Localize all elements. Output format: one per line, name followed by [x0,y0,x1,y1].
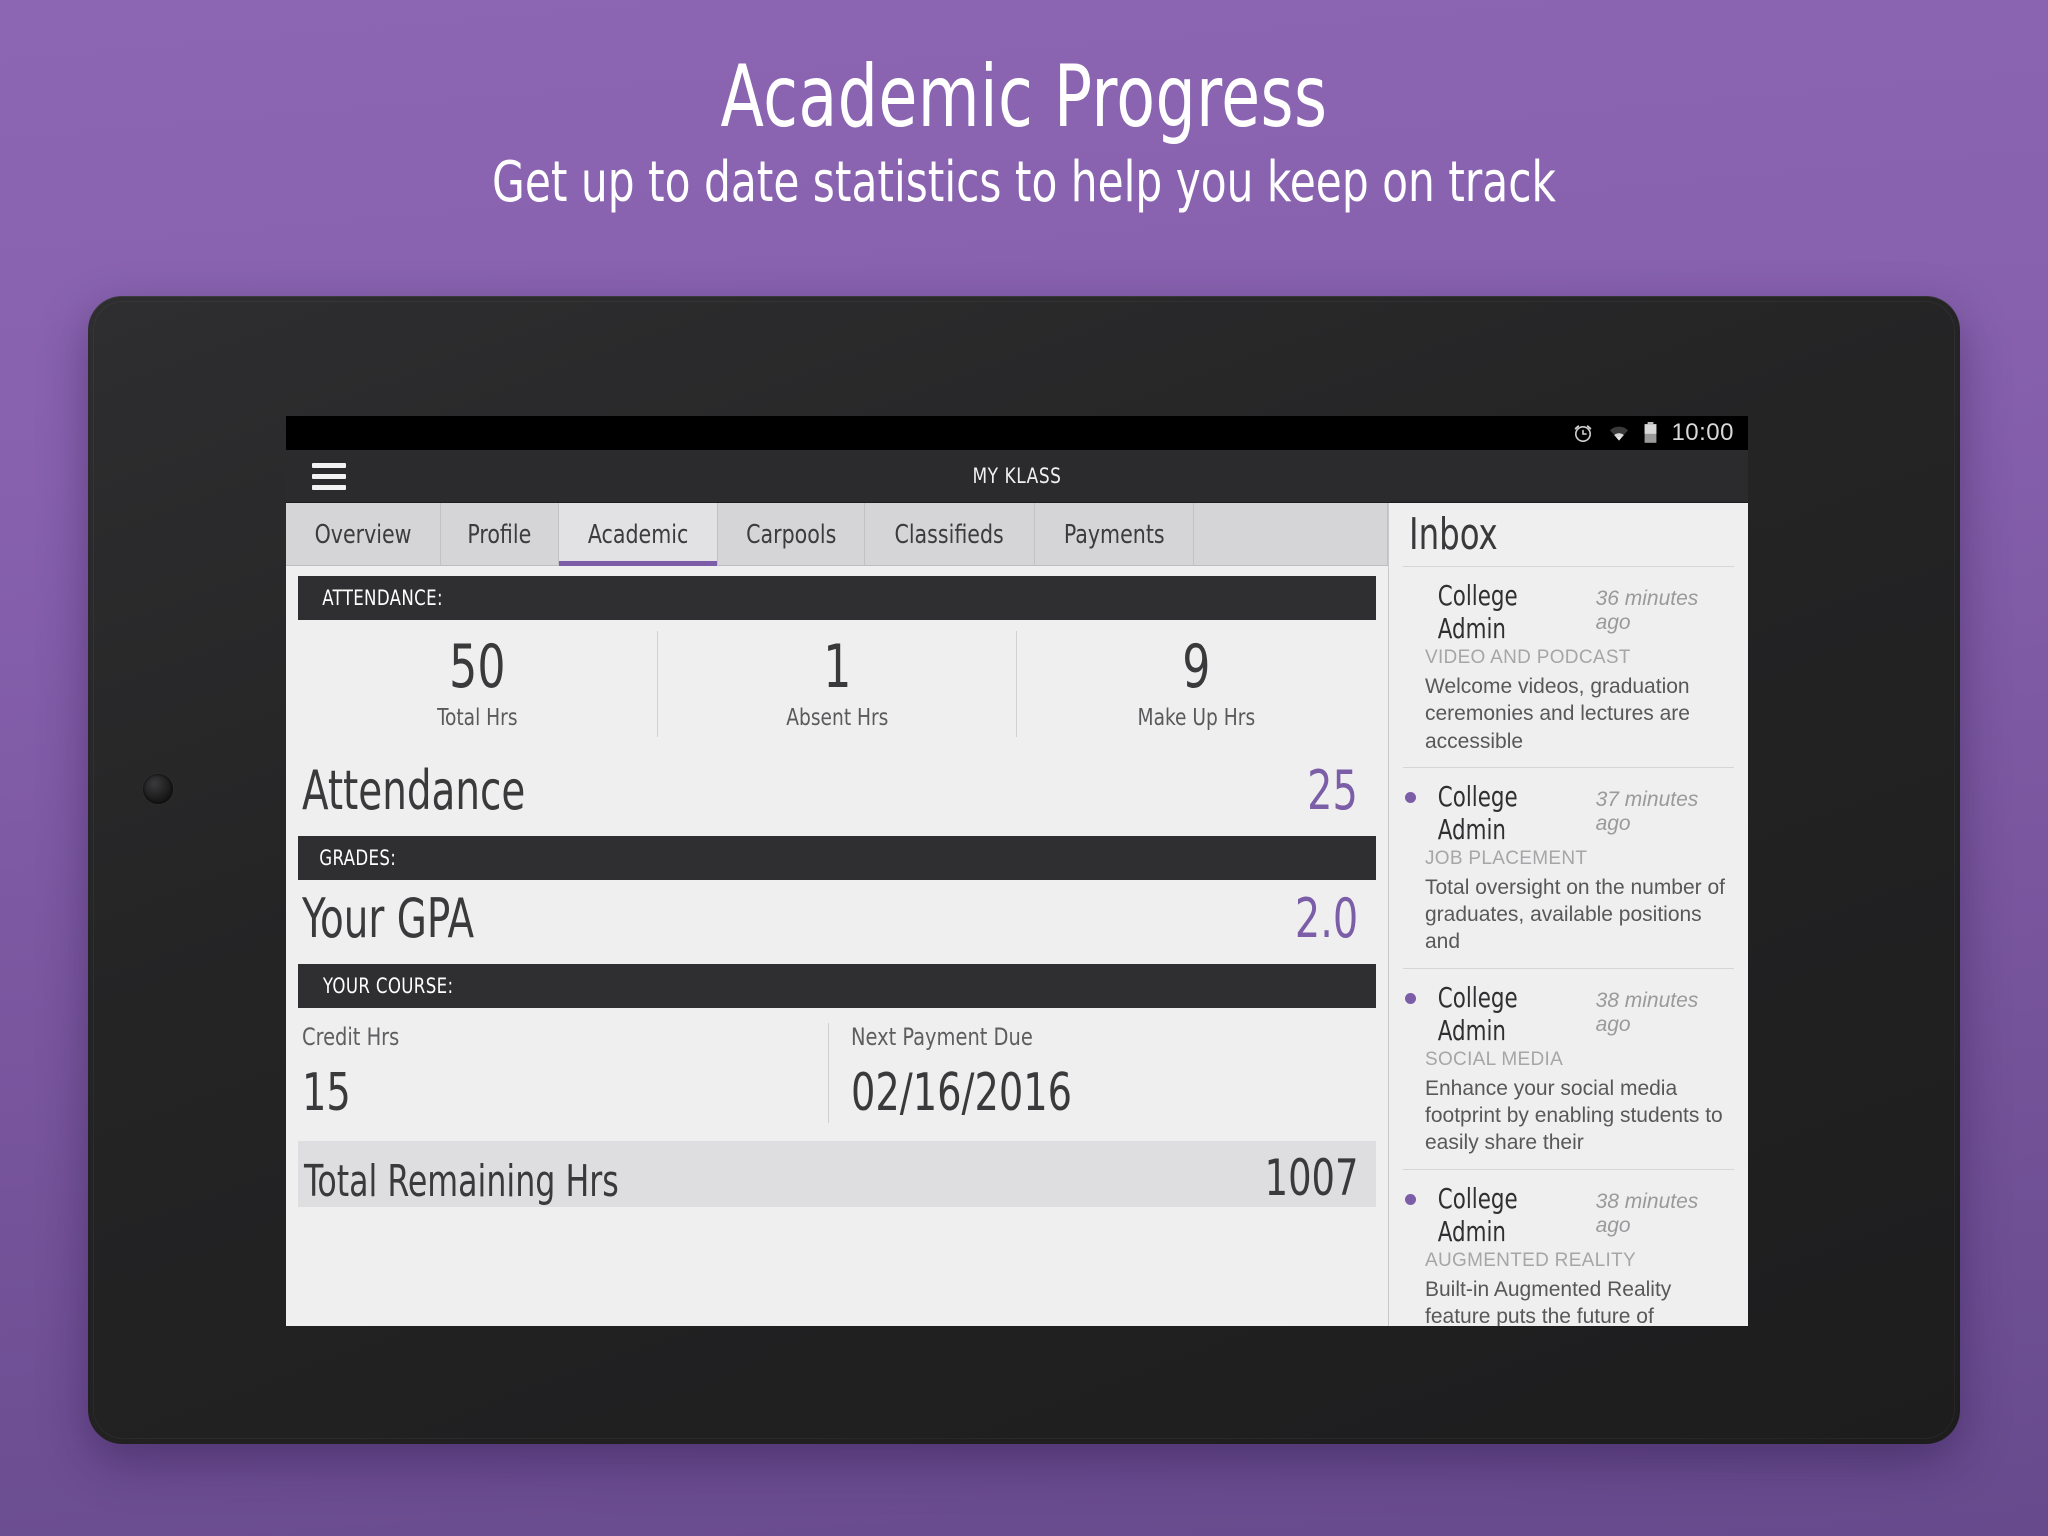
course-fields-grid: Credit Hrs 15 Next Payment Due 02/16/201… [298,1009,1376,1141]
course-section-header: YOUR COURSE: [298,964,1376,1008]
tab-academic-label: Academic [587,519,689,550]
action-bar: MY KLASS [286,450,1748,503]
gpa-summary-row: Your GPA 2.0 [298,881,1376,964]
inbox-message-list[interactable]: College Admin 36 minutes ago VIDEO AND P… [1389,566,1748,1326]
message-category: VIDEO AND PODCAST [1425,647,1631,668]
attendance-stats-row: 50 Total Hrs 1 Absent Hrs 9 Make Up Hrs [298,621,1376,753]
course-field-credit-hrs: Credit Hrs 15 [298,1023,829,1123]
attendance-summary-row: Attendance 25 [298,753,1376,836]
app-title: MY KLASS [972,464,1062,488]
tab-overview[interactable]: Overview [286,503,442,566]
message-preview: Total oversight on the number of graduat… [1425,875,1726,954]
wifi-icon [1610,426,1629,441]
academic-content: ATTENDANCE: 50 Total Hrs 1 Absent Hrs 9 [286,566,1388,1326]
message-timestamp: 38 minutes ago [1595,988,1699,1036]
list-item[interactable]: College Admin 38 minutes ago SOCIAL MEDI… [1403,967,1734,1169]
stat-absent-hrs-label: Absent Hrs [785,705,889,731]
list-item[interactable]: College Admin 38 minutes ago AUGMENTED R… [1403,1168,1734,1326]
gpa-summary-label: Your GPA [302,887,475,950]
tab-bar: Overview Profile Academic Carpools Class… [286,503,1388,566]
tab-payments[interactable]: Payments [1035,503,1195,566]
stat-absent-hrs: 1 Absent Hrs [658,631,1018,737]
tab-carpools-label: Carpools [746,519,837,550]
course-field-next-payment-value: 02/16/2016 [850,1063,1072,1123]
academic-pane: Overview Profile Academic Carpools Class… [286,503,1389,1326]
tab-classifieds-label: Classifieds [894,519,1005,550]
promo-subtitle: Get up to date statistics to help you ke… [492,149,1556,215]
attendance-summary-label: Attendance [302,759,526,822]
message-sender: College Admin [1437,980,1518,1047]
attendance-summary-value: 25 [1307,759,1358,822]
app-body: Overview Profile Academic Carpools Class… [286,503,1748,1326]
inbox-header: Inbox [1389,503,1748,566]
list-item[interactable]: College Admin 37 minutes ago JOB PLACEME… [1403,766,1734,968]
tablet-device: 10:00 MY KLASS Overview Profile Academic… [88,296,1960,1444]
message-sender: College Admin [1437,1181,1518,1248]
stat-total-hrs: 50 Total Hrs [298,631,658,737]
remaining-hrs-row: Total Remaining Hrs 1007 [298,1141,1376,1207]
tab-profile-label: Profile [467,519,532,550]
remaining-hrs-value: 1007 [1264,1149,1358,1207]
tab-payments-label: Payments [1063,519,1165,550]
attendance-section-header-label: ATTENDANCE: [322,586,443,610]
course-field-next-payment-label: Next Payment Due [850,1023,1033,1051]
course-field-credit-hrs-label: Credit Hrs [302,1023,400,1051]
inbox-pane: Inbox College Admin 36 minutes ago VIDEO… [1389,503,1748,1326]
grades-section-header-label: GRADES: [319,846,397,870]
tab-carpools[interactable]: Carpools [718,503,866,566]
course-field-credit-hrs-value: 15 [302,1063,351,1123]
unread-dot-icon [1405,791,1416,803]
message-timestamp: 37 minutes ago [1595,787,1699,835]
message-timestamp: 38 minutes ago [1595,1189,1699,1237]
message-sender: College Admin [1437,579,1518,645]
tab-overview-label: Overview [314,519,412,550]
course-field-next-payment: Next Payment Due 02/16/2016 [829,1023,1377,1123]
grades-section-header: GRADES: [298,836,1376,880]
stat-absent-hrs-value: 1 [822,632,852,702]
inbox-title: Inbox [1409,509,1498,560]
tab-academic[interactable]: Academic [558,503,718,566]
tab-profile[interactable]: Profile [441,503,559,566]
tab-classifieds[interactable]: Classifieds [865,503,1035,566]
message-preview: Welcome videos, graduation ceremonies an… [1425,675,1690,753]
hamburger-menu-icon[interactable] [312,462,346,490]
promo-header: Academic Progress Get up to date statist… [0,0,2048,213]
message-category: AUGMENTED REALITY [1425,1249,1636,1271]
message-preview: Built-in Augmented Reality feature puts … [1425,1277,1672,1326]
unread-dot-icon [1405,992,1416,1004]
message-category: SOCIAL MEDIA [1425,1048,1564,1070]
front-camera-icon [143,774,173,804]
promo-title: Academic Progress [720,47,1328,147]
gpa-summary-value: 2.0 [1294,887,1358,950]
stat-makeup-hrs-label: Make Up Hrs [1137,705,1256,731]
message-sender: College Admin [1437,779,1518,846]
course-section-header-label: YOUR COURSE: [322,974,454,998]
status-bar: 10:00 [286,416,1748,450]
stat-total-hrs-label: Total Hrs [437,705,518,731]
message-preview: Enhance your social media footprint by e… [1425,1076,1723,1155]
list-item[interactable]: College Admin 36 minutes ago VIDEO AND P… [1403,566,1734,767]
stat-makeup-hrs: 9 Make Up Hrs [1017,631,1376,737]
message-timestamp: 36 minutes ago [1595,587,1699,634]
attendance-section-header: ATTENDANCE: [298,576,1376,620]
remaining-hrs-label: Total Remaining Hrs [304,1156,619,1207]
tab-bar-filler [1194,503,1388,566]
stat-makeup-hrs-value: 9 [1182,632,1211,702]
message-category: JOB PLACEMENT [1425,847,1588,869]
alarm-icon [1575,425,1592,442]
status-bar-clock: 10:00 [1671,419,1734,446]
stat-total-hrs-value: 50 [449,632,506,702]
battery-icon [1645,422,1657,443]
tablet-screen: 10:00 MY KLASS Overview Profile Academic… [286,416,1748,1326]
unread-dot-icon [1405,1193,1416,1205]
